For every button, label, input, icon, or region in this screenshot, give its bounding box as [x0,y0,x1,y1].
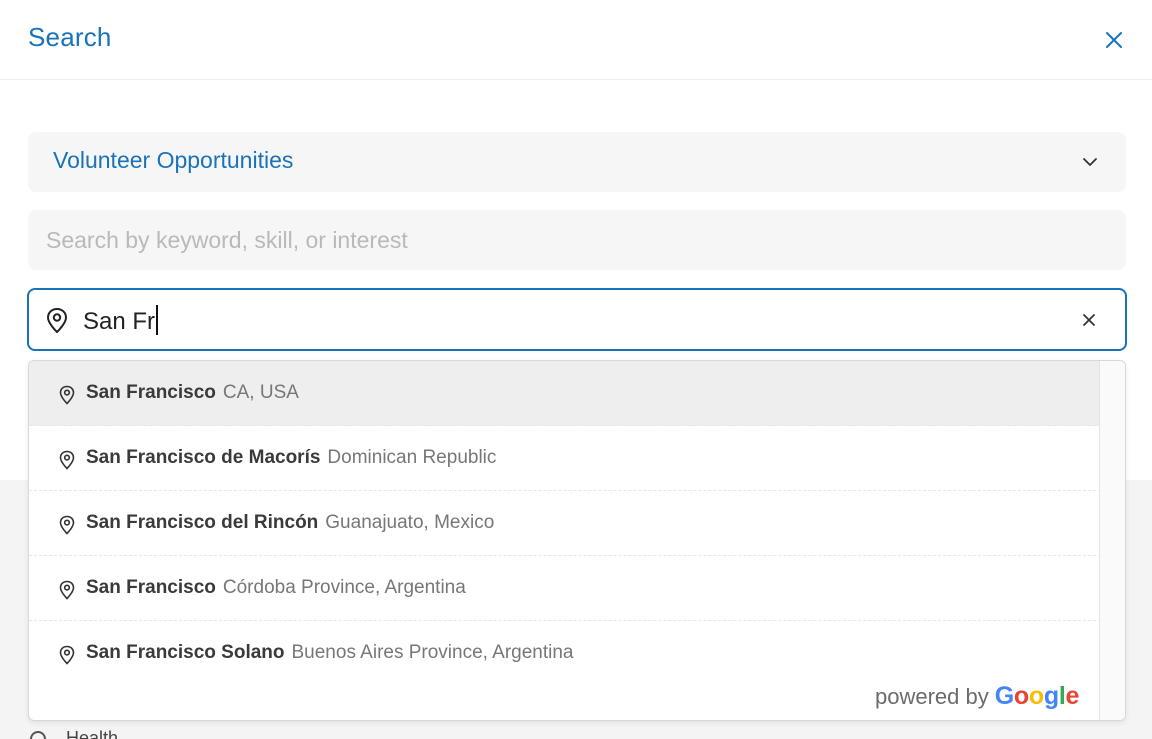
close-button[interactable] [1098,24,1130,56]
radio-circle-icon [30,730,46,739]
suggestion-text: San Francisco de Macorís Dominican Republ… [86,447,496,469]
suggestion-item[interactable]: San Francisco de Macorís Dominican Republ… [29,426,1101,491]
background-peek-item: Health [30,728,118,739]
map-pin-icon [59,515,75,535]
location-input[interactable]: San Fr [27,288,1127,351]
suggestion-item[interactable]: San Francisco CA, USA [29,361,1101,426]
suggestion-text: San Francisco CA, USA [86,382,299,404]
suggestion-main: San Francisco Solano [86,642,285,663]
search-header: Search [0,0,1152,80]
suggestion-secondary: CA, USA [222,382,299,403]
location-suggestions-dropdown: San Francisco CA, USA San Francisco de Ma… [28,360,1126,721]
map-pin-icon [59,580,75,600]
suggestion-text: San Francisco Solano Buenos Aires Provinc… [86,642,574,664]
map-pin-icon [47,308,67,333]
category-selected-label: Volunteer Opportunities [53,147,294,173]
keyword-search-input[interactable] [28,210,1126,270]
text-caret [156,305,159,335]
suggestion-secondary: Buenos Aires Province, Argentina [291,642,574,663]
powered-by-google: powered by Google [875,682,1079,711]
suggestion-text: San Francisco Córdoba Province, Argentina [86,577,466,599]
page-title: Search [28,22,112,52]
clear-icon [1083,314,1095,326]
suggestion-secondary: Guanajuato, Mexico [325,512,495,533]
suggestion-secondary: Dominican Republic [327,447,497,468]
map-pin-icon [59,645,75,665]
map-pin-icon [59,450,75,470]
suggestion-main: San Francisco de Macorís [86,447,321,468]
dropdown-scrollbar[interactable] [1099,361,1125,720]
map-pin-icon [59,385,75,405]
suggestion-item[interactable]: San Francisco Córdoba Province, Argentina [29,556,1101,621]
suggestion-text: San Francisco del Rincón Guanajuato, Mexi… [86,512,494,534]
close-icon [1106,32,1122,48]
background-peek-label: Health [66,728,119,739]
category-select[interactable]: Volunteer Opportunities [28,132,1126,192]
location-input-value[interactable]: San Fr [83,305,159,336]
suggestion-main: San Francisco del Rincón [86,512,319,533]
suggestion-main: San Francisco [86,382,216,403]
clear-location-button[interactable] [1079,310,1099,330]
suggestion-item[interactable]: San Francisco Solano Buenos Aires Provinc… [29,621,1101,686]
chevron-down-icon [1083,158,1097,166]
powered-by-label: powered by [875,684,989,709]
location-text: San Fr [83,308,156,335]
suggestion-main: San Francisco [86,577,216,598]
suggestion-item[interactable]: San Francisco del Rincón Guanajuato, Mexi… [29,491,1101,556]
google-logo: Google [994,682,1080,710]
suggestion-secondary: Córdoba Province, Argentina [222,577,466,598]
